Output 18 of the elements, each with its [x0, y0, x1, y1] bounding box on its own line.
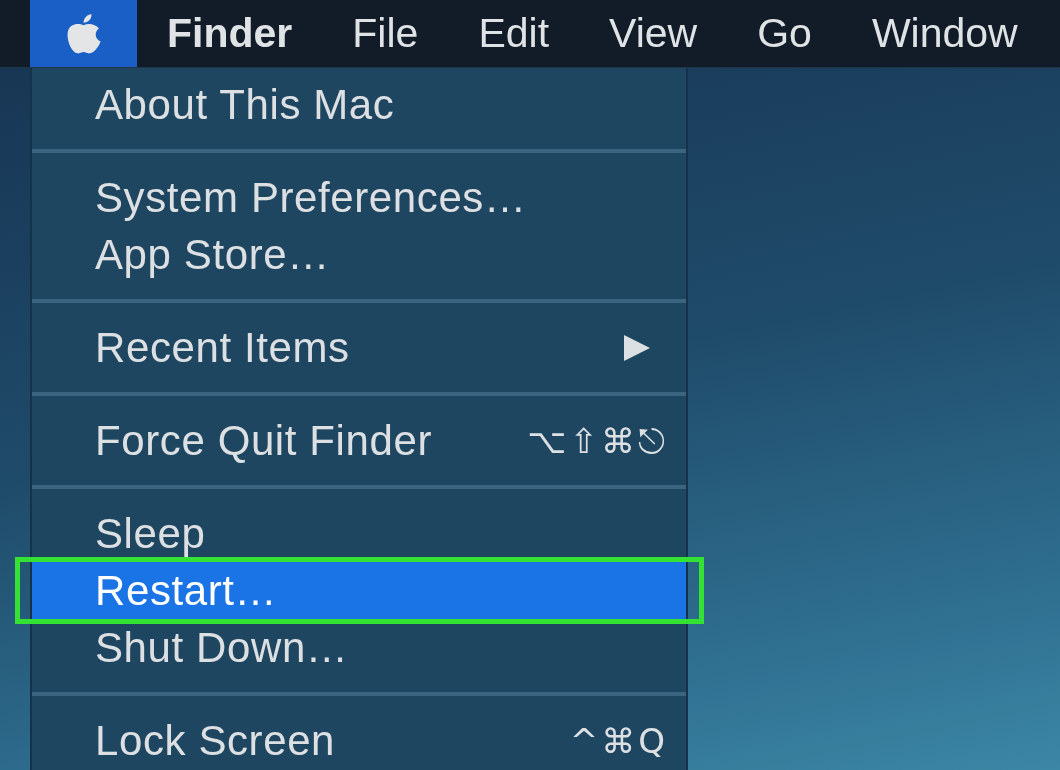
menu-bar-item[interactable]: File — [322, 0, 449, 67]
menu-item[interactable]: Shut Down… — [32, 619, 686, 676]
menu-item[interactable]: Lock Screen ^⌘Q — [32, 712, 686, 769]
menu-item[interactable]: Recent Items — [32, 319, 686, 376]
apple-icon — [66, 13, 101, 54]
menu-item[interactable]: App Store… — [32, 226, 686, 283]
menu-bar-item[interactable]: View — [579, 0, 728, 67]
menu-item[interactable]: System Preferences… — [32, 169, 686, 226]
menu-bar-item[interactable]: Window — [841, 0, 1048, 67]
menu-item[interactable]: About This Mac — [32, 76, 686, 133]
keyboard-shortcut: ^⌘Q — [569, 719, 668, 763]
menu-bar-item[interactable]: Finder — [137, 0, 323, 67]
menu-bar-item[interactable]: Edit — [448, 0, 580, 67]
keyboard-shortcut: ⌥⇧⌘⎋ — [527, 419, 668, 463]
menu-bar-item[interactable]: Go — [727, 0, 842, 67]
menu-item[interactable]: Force Quit Finder ⌥⇧⌘⎋ — [32, 412, 686, 469]
menu-item[interactable]: Sleep — [32, 505, 686, 562]
apple-menu-button[interactable] — [30, 0, 137, 67]
